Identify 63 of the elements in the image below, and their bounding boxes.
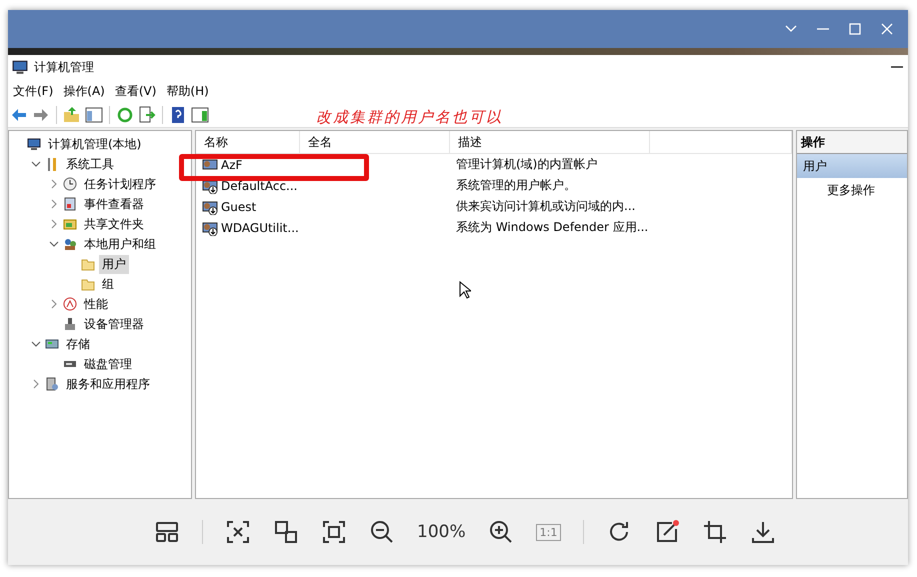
table-cell-text: 管理计算机(域)的内置帐户 xyxy=(455,156,598,173)
folder-icon xyxy=(81,257,95,271)
layout-icon[interactable] xyxy=(154,519,180,545)
clock-icon xyxy=(63,177,77,191)
log-icon xyxy=(63,197,77,211)
menu-item[interactable]: 查看(V) xyxy=(112,80,160,102)
tree-item[interactable]: 磁盘管理 xyxy=(81,354,135,374)
edit-icon[interactable] xyxy=(654,519,680,545)
section-header[interactable]: 用户 xyxy=(797,154,907,178)
pane-icon[interactable] xyxy=(85,106,103,124)
table-cell: AzF xyxy=(221,158,242,172)
storage-icon xyxy=(45,337,59,351)
fit-screen-icon[interactable] xyxy=(321,519,347,545)
tree-item[interactable]: 用户 xyxy=(99,254,129,274)
computer-icon xyxy=(27,137,41,151)
share-icon xyxy=(63,217,77,231)
folder-icon xyxy=(81,277,95,291)
text-recognition-icon[interactable] xyxy=(225,519,251,545)
tree-item[interactable]: 设备管理器 xyxy=(81,314,147,334)
help-icon[interactable] xyxy=(169,106,187,124)
maximize-icon[interactable] xyxy=(848,22,862,36)
tree-item[interactable]: 服务和应用程序 xyxy=(63,374,153,394)
menu-item[interactable]: 操作(A) xyxy=(60,80,108,102)
menu-item[interactable]: 帮助(H) xyxy=(163,80,212,102)
pane-icon[interactable] xyxy=(191,106,209,124)
tree-item[interactable]: 存储 xyxy=(63,334,93,354)
download-icon[interactable] xyxy=(750,519,776,545)
menu-item[interactable]: 文件(F) xyxy=(10,80,56,102)
column-header[interactable]: 描述 xyxy=(450,131,650,153)
perf-icon xyxy=(63,297,77,311)
users-icon xyxy=(63,237,77,251)
crop-icon[interactable] xyxy=(702,519,728,545)
forward-arrow-icon[interactable] xyxy=(32,106,50,124)
mouse-cursor-icon xyxy=(459,281,471,299)
tree-item[interactable]: 性能 xyxy=(81,294,111,314)
window-title: 计算机管理 xyxy=(34,58,94,76)
tree-item[interactable]: 组 xyxy=(99,274,117,294)
table-cell-text: 供来宾访问计算机或访问域的内... xyxy=(455,198,636,215)
table-cell-text: 系统为 Windows Defender 应用... xyxy=(455,219,650,236)
tree-item[interactable]: 计算机管理(本地) xyxy=(45,134,144,154)
close-icon[interactable] xyxy=(880,22,894,36)
tree-item[interactable]: 共享文件夹 xyxy=(81,214,147,234)
table-cell: WDAGUtilit... xyxy=(221,220,299,234)
tree-item[interactable]: 事件查看器 xyxy=(81,194,147,214)
annotation-text: 改成集群的用户名也可以 xyxy=(316,108,503,126)
tree-item[interactable]: 系统工具 xyxy=(63,154,117,174)
zoom-level: 100% xyxy=(417,522,466,542)
actual-size-button[interactable]: 1:1 xyxy=(536,524,562,540)
computer-icon xyxy=(12,59,28,75)
tree-item[interactable]: 本地用户和组 xyxy=(81,234,159,254)
device-icon xyxy=(63,317,77,331)
table-cell: DefaultAcc... xyxy=(221,178,298,192)
column-header[interactable]: 全名 xyxy=(300,131,450,153)
export-icon[interactable] xyxy=(138,106,156,124)
services-icon xyxy=(45,377,59,391)
action-link[interactable]: 更多操作 xyxy=(827,183,875,197)
zoom-in-icon[interactable] xyxy=(488,519,514,545)
zoom-out-icon[interactable] xyxy=(369,519,395,545)
panel-header: 操作 xyxy=(797,131,907,154)
tree-item[interactable]: 任务计划程序 xyxy=(81,174,159,194)
column-header[interactable]: 名称 xyxy=(196,131,300,153)
table-cell: Guest xyxy=(221,200,256,214)
table-cell-text: 系统管理的用户帐户。 xyxy=(455,177,577,194)
